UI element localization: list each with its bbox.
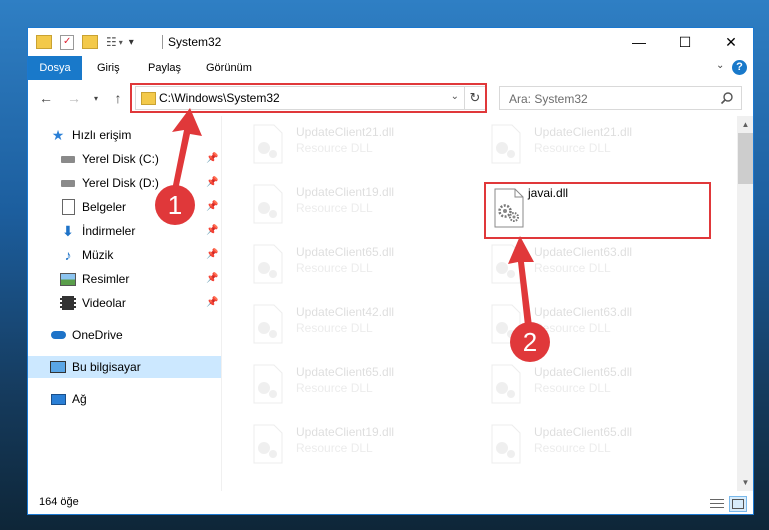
annotation-arrows <box>172 108 534 326</box>
arrow-step-1 <box>172 108 202 190</box>
step-1-badge: 1 <box>155 185 195 225</box>
arrow-step-2 <box>508 236 534 326</box>
step-2-badge: 2 <box>510 322 550 362</box>
